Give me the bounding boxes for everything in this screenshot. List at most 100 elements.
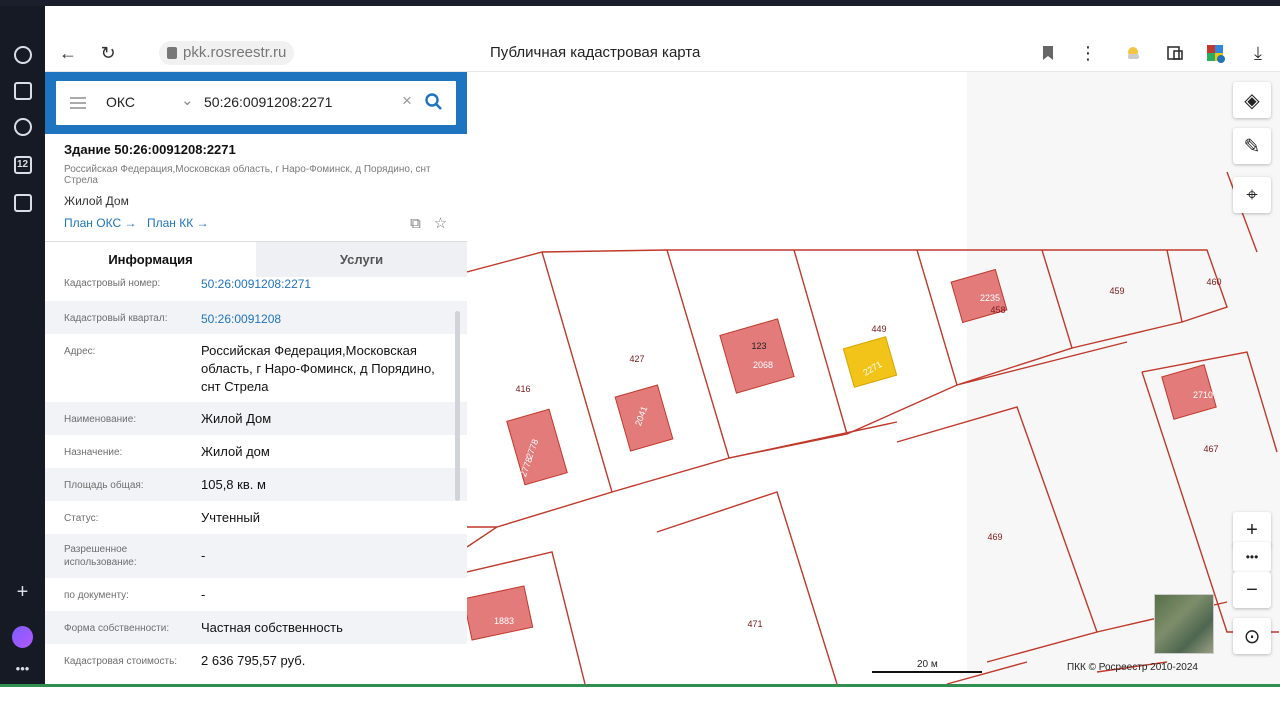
table-row: Наименование: Жилой Дом xyxy=(45,402,467,435)
row-label: Кадастровый квартал: xyxy=(64,313,168,324)
plan-kk-link[interactable]: План КК → xyxy=(147,216,209,230)
table-row: Статус: Учтенный xyxy=(45,501,467,534)
satellite-minimap[interactable] xyxy=(1154,594,1214,654)
panel-scrollbar[interactable] xyxy=(455,311,460,501)
object-title: Здание 50:26:0091208:2271 xyxy=(64,142,236,157)
row-label: Разрешенное использование: xyxy=(64,544,137,568)
tab-information[interactable]: Информация xyxy=(45,242,256,278)
map-canvas[interactable]: 2778277820411232068 2271223527101883 4164… xyxy=(467,72,1280,684)
download-icon[interactable]: ⤓ xyxy=(1247,42,1269,64)
info-table: Кадастровый номер: 50:26:0091208:2271 Ка… xyxy=(45,277,467,684)
map-copyright: ПКК © Росреестр 2010-2024 xyxy=(1067,662,1198,673)
building-label: 123 xyxy=(751,341,766,351)
table-row: Форма собственности: Частная собственнос… xyxy=(45,611,467,644)
table-row: Кадастровый квартал: 50:26:0091208 xyxy=(45,301,467,334)
back-icon[interactable]: ← xyxy=(57,42,79,64)
parcel-label: 416 xyxy=(515,384,530,394)
table-row: Назначение: Жилой дом xyxy=(45,435,467,468)
scale-label: 20 м xyxy=(917,659,938,670)
reload-icon[interactable]: ↻ xyxy=(97,42,119,64)
parcel-label: 449 xyxy=(871,324,886,334)
clear-icon[interactable]: × xyxy=(402,91,412,111)
building-label: 1883 xyxy=(494,616,514,626)
cadastral-map[interactable]: 2778 2778 2041 123 2068 2271 2235 2710 1883 416 4… xyxy=(467,72,1280,684)
alice-icon[interactable] xyxy=(12,625,33,648)
row-value: 105,8 кв. м xyxy=(201,477,266,492)
favorite-star-icon[interactable]: ☆ xyxy=(432,215,449,232)
bottom-strip xyxy=(0,684,1280,720)
history-icon[interactable] xyxy=(12,44,33,65)
search-box[interactable]: ОКС ⌄ 50:26:0091208:2271 × xyxy=(56,81,456,125)
row-value: Частная собственность xyxy=(201,620,343,635)
table-row: Площадь общая: 105,8 кв. м xyxy=(45,468,467,501)
row-value: Жилой Дом xyxy=(201,411,272,426)
object-name: Жилой Дом xyxy=(64,194,129,208)
cadastral-number-link[interactable]: 50:26:0091208:2271 xyxy=(201,277,311,293)
object-address: Российская Федерация,Московская область,… xyxy=(64,164,431,186)
search-header: ОКС ⌄ 50:26:0091208:2271 × ‹ xyxy=(45,72,467,134)
cadastral-quarter-link[interactable]: 50:26:0091208 xyxy=(201,310,281,328)
building-label: 2710 xyxy=(1193,390,1213,400)
row-value: - xyxy=(201,587,206,602)
table-row: по документу: - xyxy=(45,578,467,611)
table-row: Кадастровый номер: 50:26:0091208:2271 xyxy=(45,277,467,301)
compass-button[interactable]: ⊙ xyxy=(1233,618,1271,654)
scale-bar xyxy=(872,671,982,673)
bookmark-icon[interactable] xyxy=(1038,43,1058,63)
row-label: Кадастровая стоимость: xyxy=(64,656,178,667)
row-label: Кадастровый номер: xyxy=(64,278,161,289)
row-value: - xyxy=(201,548,206,563)
add-panel-icon[interactable]: + xyxy=(12,581,33,603)
calendar-icon[interactable]: 12 xyxy=(12,154,33,175)
row-value: Учтенный xyxy=(201,510,261,525)
video-icon[interactable] xyxy=(12,116,33,137)
table-row: Разрешенное использование: - xyxy=(45,534,467,578)
menu-dots-icon[interactable]: ⋮ xyxy=(1077,42,1099,64)
os-top-bar xyxy=(0,0,1280,6)
parcel-label: 460 xyxy=(1206,277,1221,287)
row-value: 2 636 795,57 руб. xyxy=(201,653,306,668)
profile-extension-icon[interactable] xyxy=(1205,43,1225,63)
row-label: Наименование: xyxy=(64,414,137,425)
search-type-select[interactable]: ОКС xyxy=(106,94,135,110)
row-label: по документу: xyxy=(64,590,129,601)
row-label: Статус: xyxy=(64,513,99,524)
row-label: Назначение: xyxy=(64,447,123,458)
lock-icon xyxy=(167,47,177,59)
row-label: Адрес: xyxy=(64,346,96,357)
url-text: pkk.rosreestr.ru xyxy=(183,44,287,61)
tab-services[interactable]: Услуги xyxy=(256,242,467,278)
parcel-label: 467 xyxy=(1203,444,1218,454)
search-input[interactable]: 50:26:0091208:2271 xyxy=(204,94,332,110)
locate-button[interactable]: ⌖ xyxy=(1233,177,1271,213)
parcel-label: 458 xyxy=(990,305,1005,315)
zoom-out-button[interactable]: − xyxy=(1233,572,1271,608)
browser-side-rail: 12 + ••• xyxy=(0,6,45,684)
search-icon[interactable] xyxy=(424,92,444,112)
plan-oks-link[interactable]: План ОКС → xyxy=(64,216,136,230)
layers-button[interactable]: ◈ xyxy=(1233,82,1271,118)
parcel-label: 427 xyxy=(629,354,644,364)
weather-icon[interactable] xyxy=(1123,43,1143,63)
tab-bar: Информация Услуги xyxy=(45,241,467,278)
browser-toolbar: ← ↻ pkk.rosreestr.ru Публичная кадастров… xyxy=(45,34,1280,72)
screen: 12 + ••• ← ↻ pkk.rosreestr.ru Публичная … xyxy=(0,0,1280,720)
menu-icon[interactable] xyxy=(70,97,86,109)
more-icon[interactable]: ••• xyxy=(12,658,33,679)
chevron-down-icon[interactable]: ⌄ xyxy=(181,91,194,109)
row-label: Форма собственности: xyxy=(64,623,170,634)
screenshot-icon[interactable] xyxy=(12,192,33,213)
collections-icon[interactable] xyxy=(12,80,33,101)
info-panel: ОКС ⌄ 50:26:0091208:2271 × ‹ Здание 50:2… xyxy=(45,72,467,684)
row-label: Площадь общая: xyxy=(64,480,144,491)
measure-button[interactable]: ✎ xyxy=(1233,128,1271,164)
page-title: Публичная кадастровая карта xyxy=(490,44,701,61)
search-on-map-icon[interactable]: ⧉ xyxy=(407,215,424,232)
address-bar[interactable]: pkk.rosreestr.ru xyxy=(159,41,295,65)
more-options-button[interactable]: ••• xyxy=(1233,542,1271,572)
table-row: Адрес: Российская Федерация,Московская о… xyxy=(45,334,467,402)
parcel-label: 469 xyxy=(987,532,1002,542)
building-label: 2235 xyxy=(980,293,1000,303)
extensions-icon[interactable] xyxy=(1165,43,1185,63)
parcel-label: 471 xyxy=(747,619,762,629)
